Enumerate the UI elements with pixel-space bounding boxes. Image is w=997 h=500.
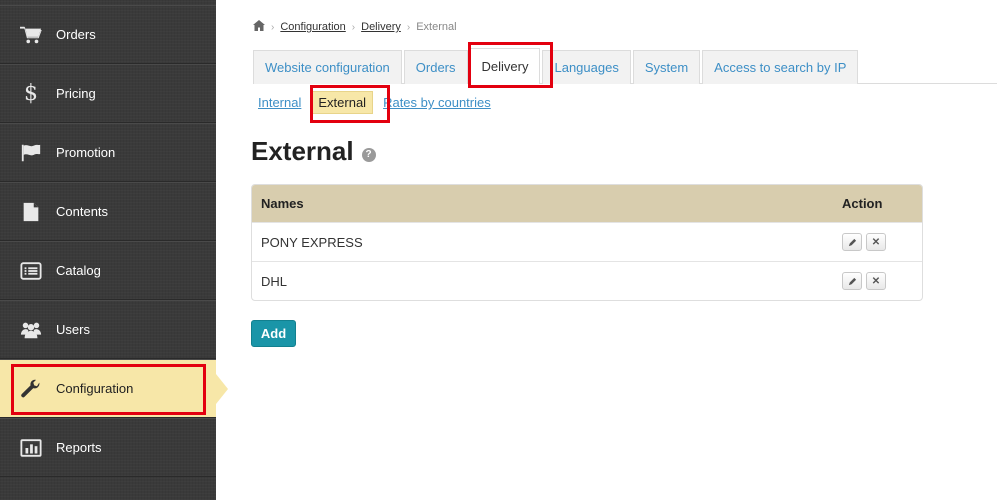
column-header-names: Names (261, 196, 304, 211)
sidebar: Orders $ Pricing Promotion Contents Cata… (0, 0, 216, 500)
delivery-table: Names Action PONY EXPRESS ✕ DHL ✕ (251, 184, 923, 301)
sidebar-item-label: Users (56, 322, 90, 337)
tab-system[interactable]: System (632, 50, 701, 84)
main-tabs: Website configuration Orders Delivery La… (253, 48, 860, 84)
sidebar-item-label: Reports (56, 440, 102, 455)
page-title: External ? (251, 136, 376, 167)
delete-button[interactable]: ✕ (866, 272, 886, 290)
subtab-external[interactable]: External (311, 91, 374, 114)
question-icon[interactable]: ? (361, 147, 376, 162)
table-row: DHL ✕ (252, 261, 922, 300)
breadcrumb-separator: › (271, 21, 275, 33)
active-indicator-arrow (216, 374, 228, 404)
tab-access-to-search-by-ip[interactable]: Access to search by IP (702, 50, 859, 84)
breadcrumb-delivery[interactable]: Delivery (361, 21, 401, 33)
sidebar-item-reports[interactable]: Reports (0, 418, 216, 477)
tab-website-configuration[interactable]: Website configuration (253, 50, 402, 84)
table-header: Names Action (252, 185, 922, 222)
sidebar-item-label: Pricing (56, 86, 96, 101)
table-row: PONY EXPRESS ✕ (252, 222, 922, 261)
sub-tabs: Internal External Rates by countries (258, 91, 491, 114)
close-icon: ✕ (871, 236, 881, 248)
column-header-action: Action (842, 196, 883, 211)
page-title-text: External (251, 136, 354, 166)
bar-chart-icon (20, 437, 42, 459)
subtab-internal[interactable]: Internal (258, 95, 301, 110)
users-icon (20, 319, 42, 341)
list-icon (20, 260, 42, 282)
row-actions: ✕ (842, 233, 922, 251)
breadcrumb-current: External (416, 21, 457, 33)
edit-button[interactable] (842, 272, 862, 290)
document-icon (20, 201, 42, 223)
dollar-icon: $ (24, 81, 38, 106)
row-name: PONY EXPRESS (261, 234, 363, 250)
tab-orders[interactable]: Orders (403, 50, 468, 84)
sidebar-item-contents[interactable]: Contents (0, 182, 216, 241)
wrench-icon (20, 378, 42, 400)
cart-icon (20, 24, 42, 46)
flag-icon (20, 142, 42, 164)
subtab-rates-by-countries[interactable]: Rates by countries (383, 95, 491, 110)
sidebar-item-users[interactable]: Users (0, 300, 216, 359)
breadcrumb-configuration[interactable]: Configuration (280, 21, 345, 33)
add-button[interactable]: Add (251, 320, 296, 347)
pencil-icon (848, 277, 856, 285)
breadcrumb-separator: › (406, 21, 411, 33)
sidebar-item-pricing[interactable]: $ Pricing (0, 64, 216, 123)
sidebar-item-label: Configuration (56, 381, 134, 396)
breadcrumb: › Configuration › Delivery › External (253, 20, 457, 34)
home-icon[interactable] (253, 20, 265, 34)
edit-button[interactable] (842, 233, 862, 251)
tab-languages[interactable]: Languages (542, 50, 631, 84)
breadcrumb-separator: › (351, 21, 356, 33)
tab-delivery[interactable]: Delivery (469, 48, 541, 84)
sidebar-item-catalog[interactable]: Catalog (0, 241, 216, 300)
sidebar-item-orders[interactable]: Orders (0, 5, 216, 64)
sidebar-item-label: Contents (56, 204, 109, 219)
delete-button[interactable]: ✕ (866, 233, 886, 251)
row-name: DHL (261, 273, 288, 289)
sidebar-item-label: Promotion (56, 145, 116, 160)
row-actions: ✕ (842, 272, 922, 290)
pencil-icon (848, 238, 856, 246)
sidebar-item-configuration[interactable]: Configuration (0, 359, 216, 418)
close-icon: ✕ (871, 275, 881, 287)
sidebar-item-promotion[interactable]: Promotion (0, 123, 216, 182)
sidebar-item-label: Orders (56, 27, 96, 42)
sidebar-item-label: Catalog (56, 263, 101, 278)
